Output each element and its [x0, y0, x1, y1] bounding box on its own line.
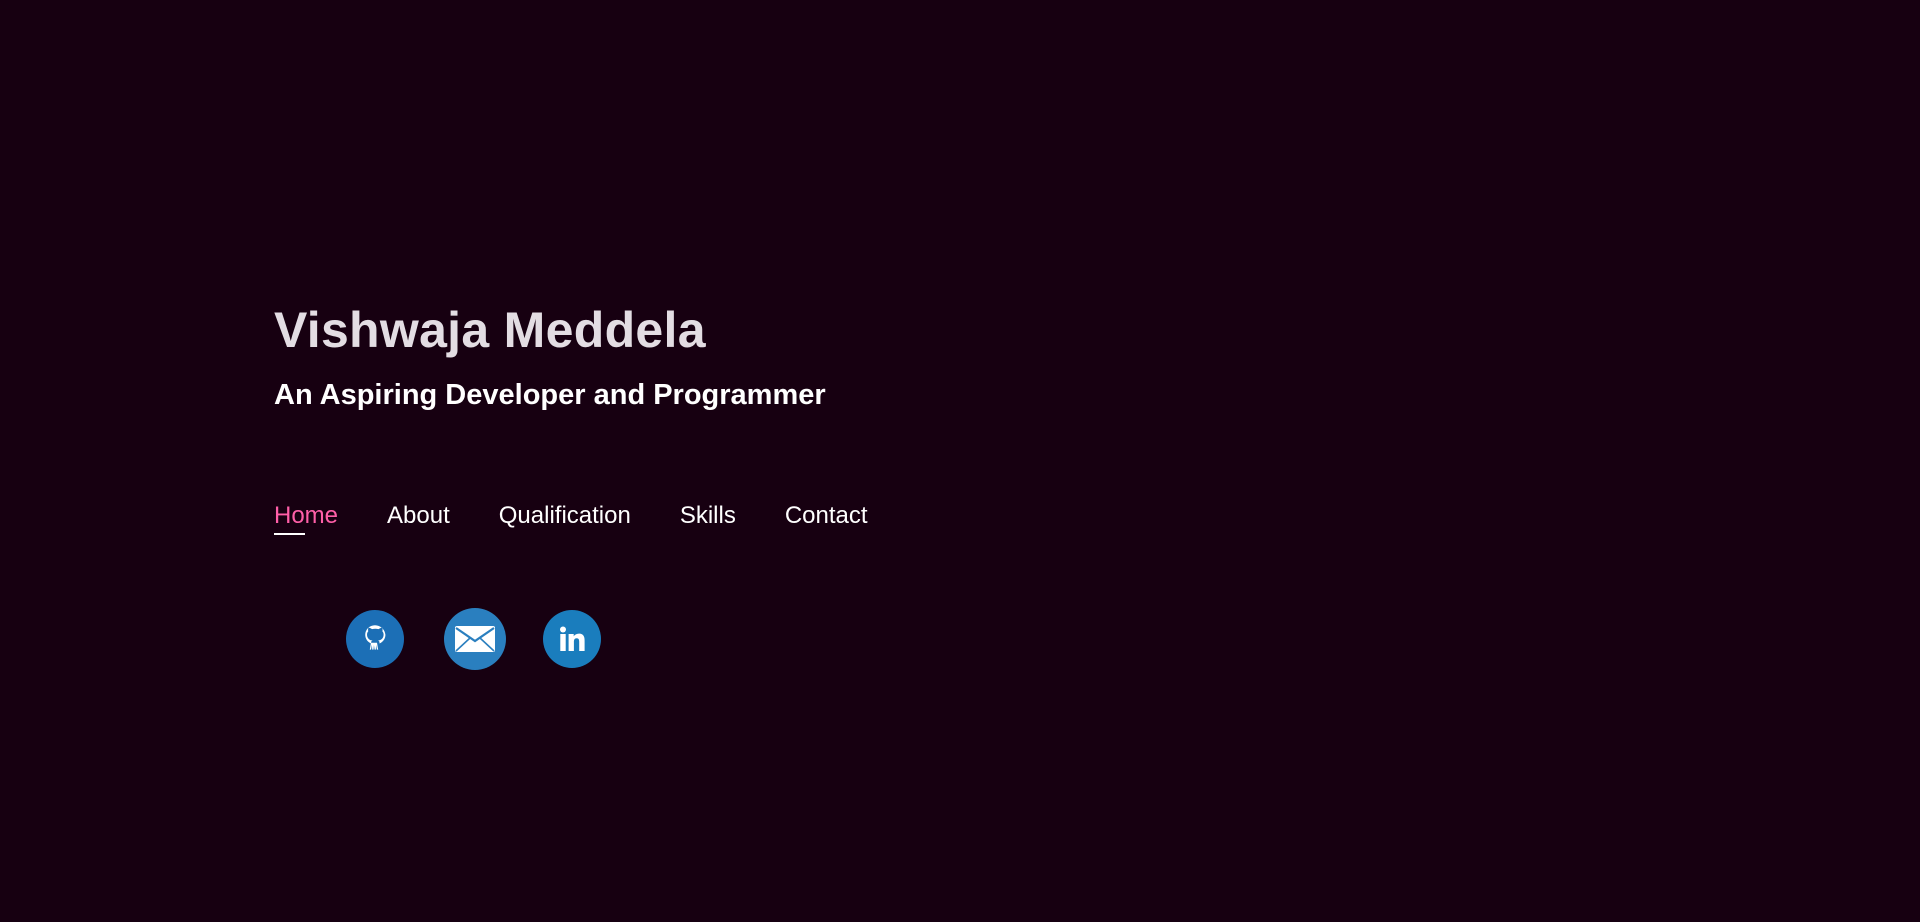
hero-section: Vishwaja Meddela An Aspiring Developer a… — [274, 296, 826, 416]
nav-item-about[interactable]: About — [387, 500, 450, 532]
linkedin-link[interactable] — [543, 610, 601, 668]
tagline: An Aspiring Developer and Programmer — [274, 379, 826, 411]
nav-item-qualification[interactable]: Qualification — [499, 500, 631, 532]
email-icon — [454, 624, 496, 654]
github-icon — [358, 622, 392, 656]
main-nav: Home About Qualification Skills Contact — [274, 500, 917, 535]
nav-item-home[interactable]: Home — [274, 500, 338, 535]
email-link[interactable] — [444, 608, 506, 670]
page-title: Vishwaja Meddela — [274, 302, 706, 358]
nav-item-contact[interactable]: Contact — [785, 500, 868, 532]
linkedin-icon — [556, 623, 588, 655]
github-link[interactable] — [346, 610, 404, 668]
nav-item-skills[interactable]: Skills — [680, 500, 736, 532]
